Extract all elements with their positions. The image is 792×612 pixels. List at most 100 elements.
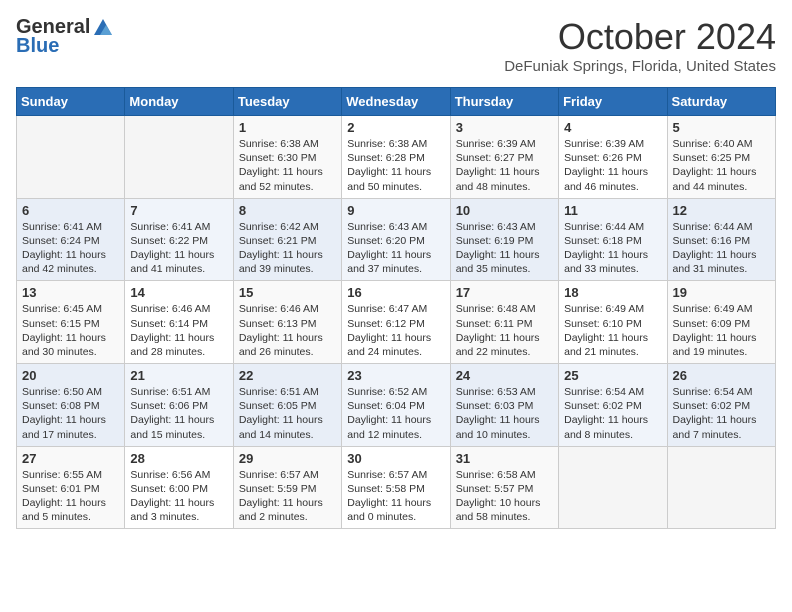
day-number: 27 [22, 451, 119, 466]
day-detail: Sunrise: 6:42 AMSunset: 6:21 PMDaylight:… [239, 220, 336, 277]
calendar-cell: 6 Sunrise: 6:41 AMSunset: 6:24 PMDaylight… [17, 198, 125, 281]
logo: General Blue [16, 16, 114, 58]
calendar-cell [559, 446, 667, 529]
day-number: 22 [239, 368, 336, 383]
calendar-cell: 25 Sunrise: 6:54 AMSunset: 6:02 PMDayligh… [559, 364, 667, 447]
day-number: 5 [673, 120, 770, 135]
day-number: 21 [130, 368, 227, 383]
day-detail: Sunrise: 6:52 AMSunset: 6:04 PMDaylight:… [347, 385, 444, 442]
day-number: 7 [130, 203, 227, 218]
calendar-cell: 9 Sunrise: 6:43 AMSunset: 6:20 PMDaylight… [342, 198, 450, 281]
calendar-header-row: Sunday Monday Tuesday Wednesday Thursday… [17, 88, 776, 116]
calendar-cell [125, 116, 233, 199]
day-detail: Sunrise: 6:39 AMSunset: 6:27 PMDaylight:… [456, 137, 553, 194]
day-detail: Sunrise: 6:55 AMSunset: 6:01 PMDaylight:… [22, 468, 119, 525]
day-number: 1 [239, 120, 336, 135]
day-number: 20 [22, 368, 119, 383]
day-number: 25 [564, 368, 661, 383]
day-detail: Sunrise: 6:51 AMSunset: 6:05 PMDaylight:… [239, 385, 336, 442]
day-number: 4 [564, 120, 661, 135]
calendar-row-3: 13 Sunrise: 6:45 AMSunset: 6:15 PMDayligh… [17, 281, 776, 364]
calendar-cell: 17Sunrise: 6:48 AMSunset: 6:11 PMDayligh… [450, 281, 558, 364]
day-number: 26 [673, 368, 770, 383]
calendar-cell: 7Sunrise: 6:41 AMSunset: 6:22 PMDaylight… [125, 198, 233, 281]
location-title: DeFuniak Springs, Florida, United States [504, 58, 776, 75]
day-detail: Sunrise: 6:40 AMSunset: 6:25 PMDaylight:… [673, 137, 770, 194]
calendar-cell: 21 Sunrise: 6:51 AMSunset: 6:06 PMDayligh… [125, 364, 233, 447]
calendar-row-2: 6 Sunrise: 6:41 AMSunset: 6:24 PMDaylight… [17, 198, 776, 281]
calendar-cell: 23 Sunrise: 6:52 AMSunset: 6:04 PMDayligh… [342, 364, 450, 447]
calendar-cell: 31 Sunrise: 6:58 AMSunset: 5:57 PMDayligh… [450, 446, 558, 529]
day-number: 10 [456, 203, 553, 218]
calendar-cell: 3 Sunrise: 6:39 AMSunset: 6:27 PMDaylight… [450, 116, 558, 199]
col-tuesday: Tuesday [233, 88, 341, 116]
day-number: 15 [239, 285, 336, 300]
calendar-cell [667, 446, 775, 529]
day-detail: Sunrise: 6:43 AMSunset: 6:19 PMDaylight:… [456, 220, 553, 277]
col-thursday: Thursday [450, 88, 558, 116]
day-number: 12 [673, 203, 770, 218]
day-number: 13 [22, 285, 119, 300]
day-detail: Sunrise: 6:41 AMSunset: 6:24 PMDaylight:… [22, 220, 119, 277]
calendar-cell: 4Sunrise: 6:39 AMSunset: 6:26 PMDaylight… [559, 116, 667, 199]
day-detail: Sunrise: 6:49 AMSunset: 6:09 PMDaylight:… [673, 302, 770, 359]
col-sunday: Sunday [17, 88, 125, 116]
calendar-row-5: 27 Sunrise: 6:55 AMSunset: 6:01 PMDayligh… [17, 446, 776, 529]
day-detail: Sunrise: 6:51 AMSunset: 6:06 PMDaylight:… [130, 385, 227, 442]
day-number: 24 [456, 368, 553, 383]
day-detail: Sunrise: 6:50 AMSunset: 6:08 PMDaylight:… [22, 385, 119, 442]
day-detail: Sunrise: 6:38 AMSunset: 6:30 PMDaylight:… [239, 137, 336, 194]
calendar-cell: 30 Sunrise: 6:57 AMSunset: 5:58 PMDayligh… [342, 446, 450, 529]
day-detail: Sunrise: 6:43 AMSunset: 6:20 PMDaylight:… [347, 220, 444, 277]
day-detail: Sunrise: 6:53 AMSunset: 6:03 PMDaylight:… [456, 385, 553, 442]
logo-blue: Blue [16, 35, 59, 58]
calendar-cell: 22 Sunrise: 6:51 AMSunset: 6:05 PMDayligh… [233, 364, 341, 447]
day-detail: Sunrise: 6:54 AMSunset: 6:02 PMDaylight:… [564, 385, 661, 442]
day-number: 19 [673, 285, 770, 300]
calendar-cell: 24 Sunrise: 6:53 AMSunset: 6:03 PMDayligh… [450, 364, 558, 447]
day-detail: Sunrise: 6:57 AMSunset: 5:59 PMDaylight:… [239, 468, 336, 525]
day-number: 9 [347, 203, 444, 218]
calendar-row-4: 20 Sunrise: 6:50 AMSunset: 6:08 PMDayligh… [17, 364, 776, 447]
month-title: October 2024 [504, 16, 776, 58]
calendar-cell: 1 Sunrise: 6:38 AMSunset: 6:30 PMDaylight… [233, 116, 341, 199]
day-detail: Sunrise: 6:47 AMSunset: 6:12 PMDaylight:… [347, 302, 444, 359]
calendar-cell: 20 Sunrise: 6:50 AMSunset: 6:08 PMDayligh… [17, 364, 125, 447]
day-number: 6 [22, 203, 119, 218]
day-number: 28 [130, 451, 227, 466]
calendar-cell [17, 116, 125, 199]
calendar-cell: 5 Sunrise: 6:40 AMSunset: 6:25 PMDaylight… [667, 116, 775, 199]
day-detail: Sunrise: 6:58 AMSunset: 5:57 PMDaylight:… [456, 468, 553, 525]
day-number: 30 [347, 451, 444, 466]
calendar-cell: 16 Sunrise: 6:47 AMSunset: 6:12 PMDayligh… [342, 281, 450, 364]
title-block: October 2024 DeFuniak Springs, Florida, … [504, 16, 776, 75]
day-number: 18 [564, 285, 661, 300]
calendar-cell: 27 Sunrise: 6:55 AMSunset: 6:01 PMDayligh… [17, 446, 125, 529]
day-number: 16 [347, 285, 444, 300]
col-wednesday: Wednesday [342, 88, 450, 116]
calendar-cell: 26Sunrise: 6:54 AMSunset: 6:02 PMDayligh… [667, 364, 775, 447]
col-monday: Monday [125, 88, 233, 116]
calendar-cell: 12 Sunrise: 6:44 AMSunset: 6:16 PMDayligh… [667, 198, 775, 281]
day-detail: Sunrise: 6:57 AMSunset: 5:58 PMDaylight:… [347, 468, 444, 525]
day-detail: Sunrise: 6:44 AMSunset: 6:18 PMDaylight:… [564, 220, 661, 277]
day-detail: Sunrise: 6:56 AMSunset: 6:00 PMDaylight:… [130, 468, 227, 525]
day-detail: Sunrise: 6:44 AMSunset: 6:16 PMDaylight:… [673, 220, 770, 277]
day-number: 14 [130, 285, 227, 300]
day-detail: Sunrise: 6:45 AMSunset: 6:15 PMDaylight:… [22, 302, 119, 359]
day-number: 8 [239, 203, 336, 218]
calendar-row-1: 1 Sunrise: 6:38 AMSunset: 6:30 PMDaylight… [17, 116, 776, 199]
day-detail: Sunrise: 6:49 AMSunset: 6:10 PMDaylight:… [564, 302, 661, 359]
day-detail: Sunrise: 6:46 AMSunset: 6:14 PMDaylight:… [130, 302, 227, 359]
day-number: 17 [456, 285, 553, 300]
day-number: 29 [239, 451, 336, 466]
calendar-cell: 29 Sunrise: 6:57 AMSunset: 5:59 PMDayligh… [233, 446, 341, 529]
calendar-cell: 11Sunrise: 6:44 AMSunset: 6:18 PMDayligh… [559, 198, 667, 281]
calendar-cell: 2Sunrise: 6:38 AMSunset: 6:28 PMDaylight… [342, 116, 450, 199]
day-number: 31 [456, 451, 553, 466]
calendar-cell: 10 Sunrise: 6:43 AMSunset: 6:19 PMDayligh… [450, 198, 558, 281]
day-number: 23 [347, 368, 444, 383]
day-number: 3 [456, 120, 553, 135]
calendar-table: Sunday Monday Tuesday Wednesday Thursday… [16, 87, 776, 529]
logo-icon [92, 17, 114, 39]
